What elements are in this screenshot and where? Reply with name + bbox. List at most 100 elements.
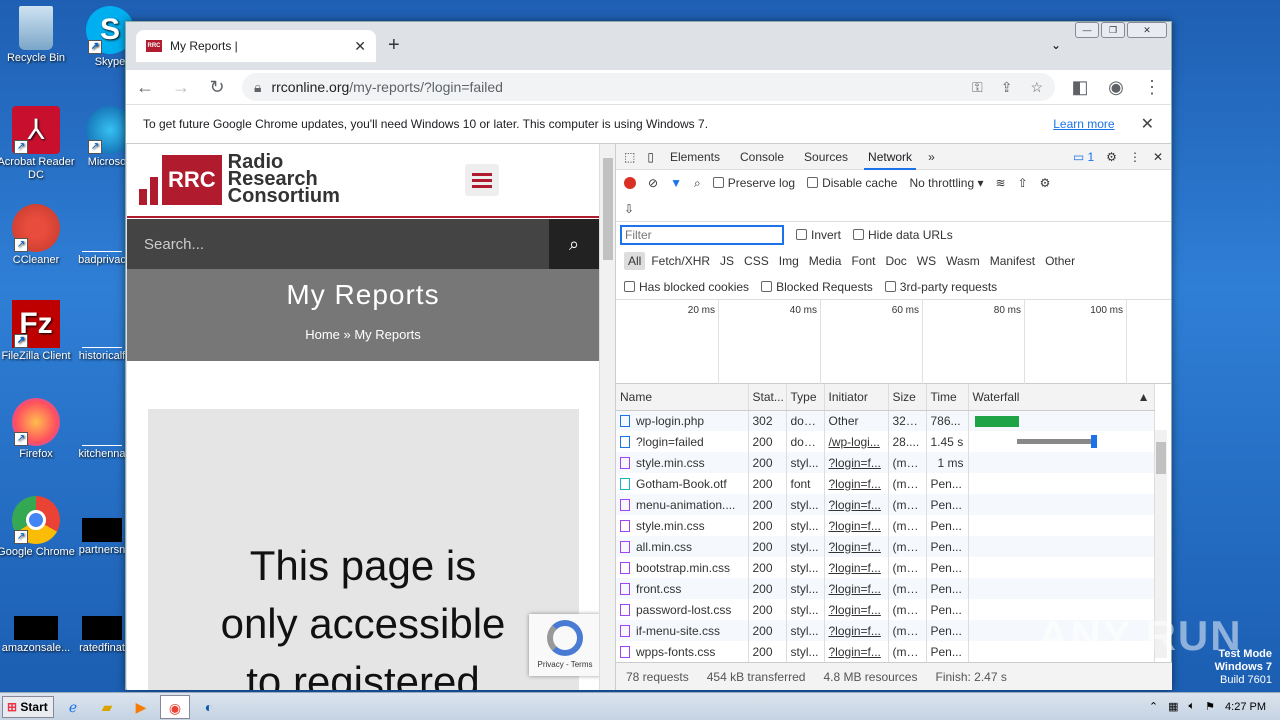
record-icon[interactable] (624, 177, 636, 189)
col-name[interactable]: Name (616, 384, 749, 411)
cell-name[interactable]: style.min.css (616, 515, 749, 536)
cell-name[interactable]: password-lost.css (616, 599, 749, 620)
type-filter-js[interactable]: JS (716, 252, 738, 270)
edge-taskbar-icon[interactable]: ◐ (194, 695, 224, 719)
table-row[interactable]: Gotham-Book.otf 200 font ?login=f... (me... P… (616, 473, 1155, 494)
start-button[interactable]: ⊞ Start (2, 695, 54, 718)
cell-initiator[interactable]: ?login=f... (824, 599, 889, 620)
network-overview[interactable]: 20 ms 40 ms 60 ms 80 ms 100 ms (616, 300, 1171, 384)
type-filter-ws[interactable]: WS (913, 252, 940, 270)
cell-initiator[interactable]: ?login=f... (824, 473, 889, 494)
cell-name[interactable]: Gotham-Book.otf (616, 473, 749, 494)
type-filter-img[interactable]: Img (775, 252, 803, 270)
type-filter-css[interactable]: CSS (740, 252, 773, 270)
cell-name[interactable]: wpps-fonts.css (616, 641, 749, 662)
close-window-button[interactable]: ✕ (1127, 22, 1167, 38)
devtools-menu-icon[interactable]: ⋮ (1129, 150, 1141, 164)
desktop-icon-recycle-bin[interactable]: Recycle Bin (0, 6, 76, 64)
table-row[interactable]: ?login=failed 200 doc.../wp-logi... 28.... 1… (616, 431, 1155, 452)
side-panel-icon[interactable]: ◧ (1069, 77, 1091, 98)
cell-initiator[interactable]: ?login=f... (824, 641, 889, 662)
new-tab-button[interactable]: + (388, 34, 400, 57)
cell-name[interactable]: style.min.css (616, 452, 749, 473)
throttling-select[interactable]: No throttling ▾ (909, 176, 983, 190)
col-waterfall[interactable]: Waterfall ▲ (968, 384, 1155, 411)
minimize-button[interactable]: — (1075, 22, 1099, 38)
recaptcha-badge[interactable]: Privacy - Terms (529, 614, 599, 676)
table-row[interactable]: all.min.css 200 styl... ?login=f... (me... Pe… (616, 536, 1155, 557)
cell-initiator[interactable]: ?login=f... (824, 578, 889, 599)
type-filter-manifest[interactable]: Manifest (986, 252, 1039, 270)
col-status[interactable]: Stat... (748, 384, 787, 411)
cell-name[interactable]: menu-animation.... (616, 494, 749, 515)
type-filter-all[interactable]: All (624, 252, 646, 270)
learn-more-link[interactable]: Learn more (1053, 117, 1114, 131)
share-icon[interactable]: ⇪ (1001, 79, 1013, 96)
cell-initiator[interactable]: ?login=f... (824, 557, 889, 578)
col-time[interactable]: Time (926, 384, 969, 411)
table-row[interactable]: front.css 200 styl... ?login=f... (me... Pen.… (616, 578, 1155, 599)
cell-name[interactable]: all.min.css (616, 536, 749, 557)
type-filter-doc[interactable]: Doc (881, 252, 910, 270)
cell-initiator[interactable]: ?login=f... (824, 620, 889, 641)
filter-input[interactable] (620, 225, 784, 245)
invert-checkbox[interactable]: Invert (796, 228, 841, 242)
volume-tray-icon[interactable]: 🔈︎ (1189, 700, 1196, 713)
tab-my-reports[interactable]: RRC My Reports | ✕ (136, 30, 376, 62)
hamburger-menu-icon[interactable] (465, 164, 499, 196)
type-filter-fetch[interactable]: Fetch/XHR (647, 252, 714, 270)
more-tabs-chevron-icon[interactable]: » (928, 150, 935, 164)
cell-name[interactable]: bootstrap.min.css (616, 557, 749, 578)
lock-icon[interactable]: 🔒︎ (254, 79, 261, 96)
disable-cache-checkbox[interactable]: Disable cache (807, 176, 897, 190)
preserve-log-checkbox[interactable]: Preserve log (712, 176, 795, 190)
chrome-taskbar-icon[interactable]: ◉ (160, 694, 190, 719)
close-devtools-icon[interactable]: ✕ (1153, 150, 1163, 164)
cell-name[interactable]: wp-login.php (616, 410, 749, 431)
restore-button[interactable]: ❐ (1101, 22, 1125, 38)
blocked-cookies-checkbox[interactable]: Has blocked cookies (624, 280, 749, 294)
close-tab-icon[interactable]: ✕ (354, 38, 366, 55)
issues-badge[interactable]: ▭ 1 (1073, 150, 1094, 164)
tab-network[interactable]: Network (864, 144, 917, 170)
type-filter-media[interactable]: Media (805, 252, 846, 270)
search-icon[interactable]: ⌕ (694, 176, 701, 191)
cell-initiator[interactable]: ?login=f... (824, 494, 889, 515)
search-icon[interactable]: ⌕ (549, 219, 599, 269)
menu-kebab-icon[interactable]: ⋮ (1141, 77, 1163, 98)
network-conditions-icon[interactable]: ≋ (996, 176, 1006, 190)
type-filter-font[interactable]: Font (847, 252, 879, 270)
col-type[interactable]: Type (786, 384, 825, 411)
site-search-input[interactable]: Search... (127, 219, 549, 269)
cell-initiator[interactable]: /wp-logi... (824, 431, 889, 452)
desktop-icon-acrobat[interactable]: ⅄ ↗ Acrobat Reader DC (0, 106, 76, 182)
cell-name[interactable]: ?login=failed (616, 431, 749, 452)
clear-icon[interactable]: ⊘ (648, 176, 658, 190)
third-party-checkbox[interactable]: 3rd-party requests (884, 280, 997, 294)
tray-expand-icon[interactable]: ⌃ (1149, 700, 1158, 713)
col-size[interactable]: Size (888, 384, 927, 411)
action-center-flag-icon[interactable]: ⚑ (1205, 700, 1215, 713)
page-scrollbar[interactable] (599, 144, 615, 690)
cell-name[interactable]: if-menu-site.css (616, 620, 749, 641)
tab-search-chevron-icon[interactable]: ⌄ (1051, 38, 1061, 52)
key-icon[interactable]: ⚿ (972, 79, 983, 96)
filter-funnel-icon[interactable]: ▼ (670, 176, 682, 190)
cell-initiator[interactable]: ?login=f... (824, 452, 889, 473)
table-row[interactable]: menu-animation.... 200 styl... ?login=f...(… (616, 494, 1155, 515)
cell-initiator[interactable]: ?login=f... (824, 536, 889, 557)
table-row[interactable]: wp-login.php 302 doc... Other 324 B 786... (616, 410, 1155, 431)
settings-gear-icon[interactable]: ⚙ (1106, 150, 1117, 164)
bookmark-star-icon[interactable]: ☆ (1030, 79, 1043, 96)
close-infobar-icon[interactable]: ✕ (1141, 114, 1154, 134)
table-row[interactable]: bootstrap.min.css 200 styl... ?login=f... (m… (616, 557, 1155, 578)
tab-console[interactable]: Console (736, 144, 788, 170)
blocked-requests-checkbox[interactable]: Blocked Requests (761, 280, 873, 294)
site-logo[interactable]: RRC Radio Research Consortium (139, 152, 340, 206)
cell-initiator[interactable]: ?login=f... (824, 515, 889, 536)
media-player-taskbar-icon[interactable]: ▶ (126, 695, 156, 719)
export-har-icon[interactable]: ⇩ (624, 202, 634, 216)
cell-initiator[interactable]: Other (824, 410, 889, 431)
tab-elements[interactable]: Elements (666, 144, 724, 170)
cell-name[interactable]: front.css (616, 578, 749, 599)
